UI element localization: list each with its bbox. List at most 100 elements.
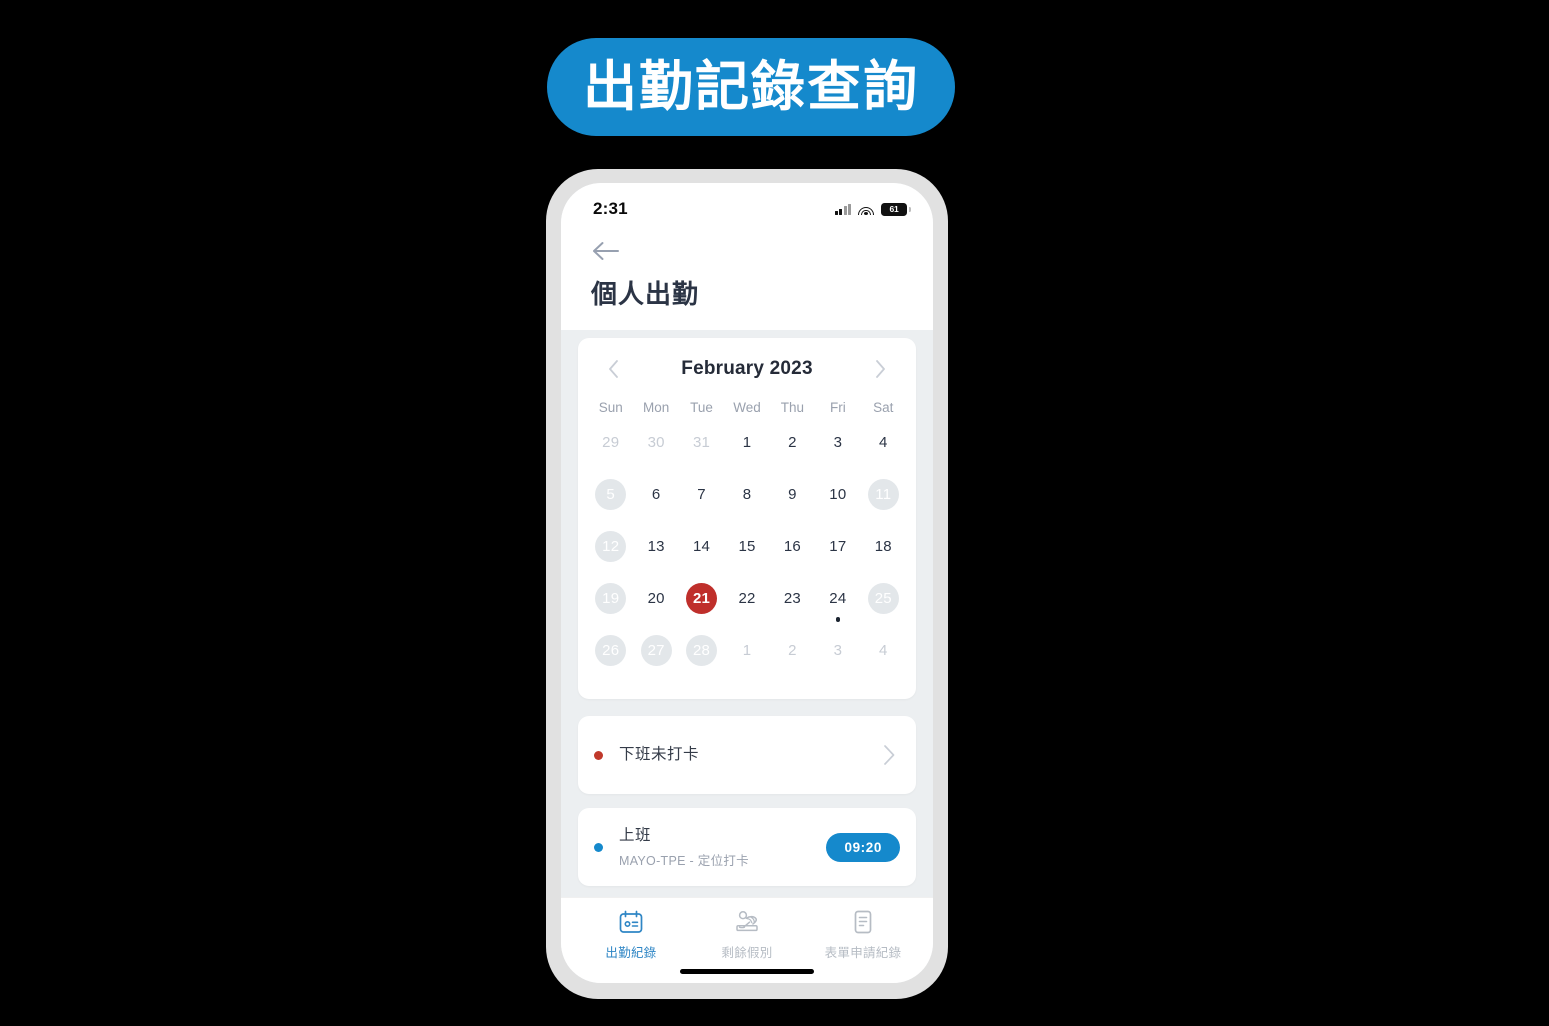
phone-device-frame: 2:31 61 個人出勤 February 2023 Sun Mon Tue W… [546,169,948,999]
calendar-day-3[interactable]: 3 [815,631,860,683]
calendar-day-number: 8 [742,486,752,504]
calendar-day-3[interactable]: 3 [815,423,860,475]
calendar-day-number: 30 [647,434,665,452]
status-bar-icons: 61 [834,202,911,216]
calendar-day-25[interactable]: 25 [861,579,906,631]
calendar-day-31[interactable]: 31 [679,423,724,475]
calendar-day-4[interactable]: 4 [861,423,906,475]
calendar-day-27[interactable]: 27 [633,631,678,683]
calendar-day-number: 12 [595,531,627,563]
calendar-day-number: 22 [738,590,756,608]
calendar-day-number: 15 [738,538,756,556]
attendance-record-row[interactable]: 下班未打卡 [578,716,916,795]
calendar-day-number: 14 [693,538,711,556]
status-bar-time: 2:31 [593,199,628,218]
page-title: 個人出勤 [591,279,700,309]
calendar-day-number: 23 [783,590,801,608]
calendar-day-11[interactable]: 11 [861,475,906,527]
calendar-day-20[interactable]: 20 [633,579,678,631]
attendance-record-row[interactable]: 上班 MAYO-TPE - 定位打卡 09:20 [578,808,916,887]
record-text-block: 上班 MAYO-TPE - 定位打卡 [619,826,826,869]
calendar-day-number: 9 [788,486,797,504]
calendar-day-number: 4 [878,434,888,452]
battery-level-label: 61 [889,204,899,214]
calendar-day-number: 25 [867,583,899,615]
record-title: 上班 [619,826,652,844]
calendar-day-12[interactable]: 12 [588,527,633,579]
calendar-day-2[interactable]: 2 [770,423,815,475]
calendar-icon [616,907,646,937]
weekday-label: Tue [690,400,713,416]
calendar-day-9[interactable]: 9 [770,475,815,527]
tab-form-application-records[interactable]: 表單申請紀錄 [805,907,921,961]
calendar-day-number: 7 [697,486,706,504]
calendar-day-number: 29 [602,434,620,452]
tab-attendance-records[interactable]: 出勤紀錄 [573,907,689,961]
calendar-day-2[interactable]: 2 [770,631,815,683]
calendar-day-10[interactable]: 10 [815,475,860,527]
tab-label: 剩餘假別 [721,946,773,960]
calendar-day-26[interactable]: 26 [588,631,633,683]
calendar-day-30[interactable]: 30 [633,423,678,475]
record-status-dot [594,750,603,760]
calendar-day-1[interactable]: 1 [724,423,769,475]
calendar-day-8[interactable]: 8 [724,475,769,527]
tab-remaining-leave[interactable]: 剩餘假別 [689,907,805,961]
screenshot-stage: 出勤記錄查詢 2:31 61 個人出勤 February 2023 Sun Mo… [0,0,1549,1026]
tab-label: 表單申請紀錄 [824,946,902,960]
chevron-left-icon[interactable] [600,356,626,382]
calendar-day-number: 18 [874,538,892,556]
calendar-day-number: 10 [829,486,847,504]
calendar-day-7[interactable]: 7 [679,475,724,527]
calendar-day-number: 1 [742,434,752,452]
calendar-day-number: 3 [833,434,843,452]
calendar-header: February 2023 [588,352,906,386]
calendar-day-15[interactable]: 15 [724,527,769,579]
bottom-tab-bar: 出勤紀錄 剩餘假別 表單申請紀錄 [561,897,933,961]
calendar-day-number: 13 [647,538,665,556]
phone-screen: 2:31 61 個人出勤 February 2023 Sun Mon Tue W… [561,183,933,983]
calendar-day-24[interactable]: 24 [815,579,860,631]
calendar-day-19[interactable]: 19 [588,579,633,631]
page-banner: 出勤記錄查詢 [547,38,955,136]
calendar-day-14[interactable]: 14 [679,527,724,579]
record-time-badge: 09:20 [826,832,900,862]
calendar-day-22[interactable]: 22 [724,579,769,631]
calendar-day-4[interactable]: 4 [861,631,906,683]
battery-icon: 61 [881,202,911,216]
calendar-day-17[interactable]: 17 [815,527,860,579]
calendar-card: February 2023 Sun Mon Tue Wed Thu Fri Sa… [578,338,916,700]
status-bar: 2:31 61 [561,183,933,229]
weekday-label: Fri [829,400,846,416]
calendar-day-23[interactable]: 23 [770,579,815,631]
weekday-label: Mon [643,400,670,416]
back-arrow-icon[interactable] [591,239,621,265]
beach-umbrella-icon [732,907,762,937]
calendar-day-21[interactable]: 21 [679,579,724,631]
calendar-day-number: 28 [686,635,718,667]
cellular-signal-icon [834,203,851,215]
weekday-label: Wed [733,400,761,416]
chevron-right-icon[interactable] [868,356,894,382]
calendar-day-number: 6 [651,486,661,504]
wifi-icon [858,203,874,215]
calendar-day-number: 11 [867,479,899,511]
calendar-day-16[interactable]: 16 [770,527,815,579]
calendar-month-title: February 2023 [681,358,813,380]
chevron-right-icon[interactable] [878,744,900,766]
calendar-day-number: 20 [647,590,665,608]
calendar-day-grid: 29 30 31 1 2 3 4 5 6 7 8 9 10 11 12 13 14 15 16 17 18 19 20 21 2… [588,423,906,683]
calendar-day-number: 26 [595,635,627,667]
calendar-day-18[interactable]: 18 [861,527,906,579]
weekday-label: Thu [780,400,805,416]
calendar-day-13[interactable]: 13 [633,527,678,579]
attendance-record-list: 下班未打卡上班 MAYO-TPE - 定位打卡 09:20 [578,716,916,887]
calendar-day-6[interactable]: 6 [633,475,678,527]
home-indicator[interactable] [680,969,814,974]
calendar-day-28[interactable]: 28 [679,631,724,683]
calendar-day-1[interactable]: 1 [724,631,769,683]
calendar-day-29[interactable]: 29 [588,423,633,475]
record-subtitle: MAYO-TPE - 定位打卡 [619,853,749,868]
calendar-day-5[interactable]: 5 [588,475,633,527]
weekday-label: Sun [598,400,623,416]
